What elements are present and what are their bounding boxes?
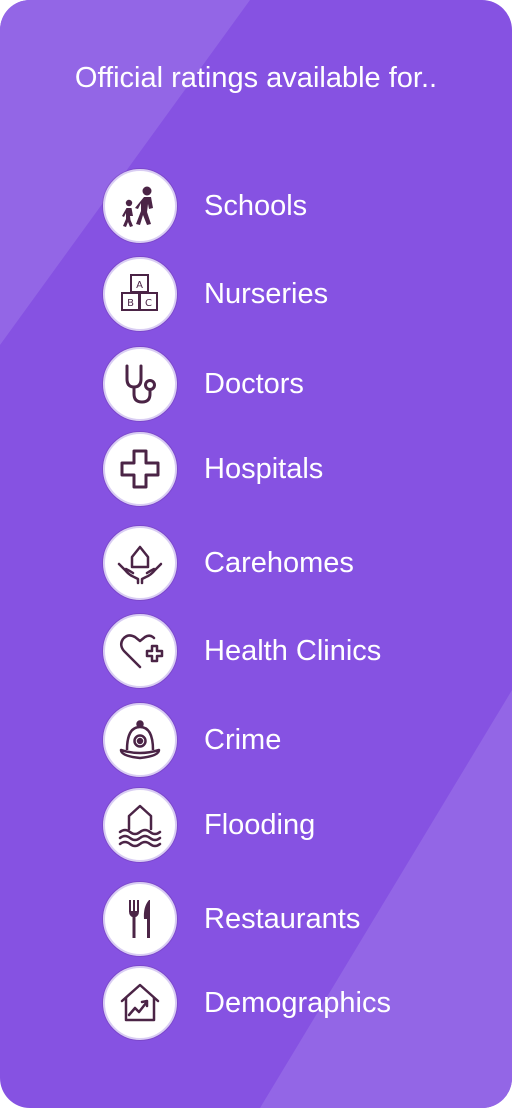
list-item-label: Hospitals <box>204 452 324 485</box>
list-item-carehomes: Carehomes <box>103 526 503 600</box>
list-item-health-clinics: Health Clinics <box>103 614 503 688</box>
nurseries-icon: A B C <box>103 257 177 331</box>
demographics-icon <box>103 966 177 1040</box>
list-item-label: Carehomes <box>204 546 354 579</box>
flooding-icon <box>103 788 177 862</box>
ratings-card: Official ratings available for.. Schools <box>0 0 512 1108</box>
restaurants-icon <box>103 882 177 956</box>
list-item-label: Schools <box>204 189 308 222</box>
carehomes-icon <box>103 526 177 600</box>
crime-icon <box>103 703 177 777</box>
list-item-crime: Crime <box>103 703 503 777</box>
list-item-label: Doctors <box>204 367 304 400</box>
block-b: B <box>127 298 134 309</box>
list-item-label: Health Clinics <box>204 634 382 667</box>
block-c: C <box>145 298 152 309</box>
list-item-label: Crime <box>204 723 282 756</box>
list-item-label: Restaurants <box>204 902 361 935</box>
list-item-hospitals: Hospitals <box>103 432 503 506</box>
list-item-nurseries: A B C Nurseries <box>103 257 503 331</box>
list-item-label: Demographics <box>204 986 391 1019</box>
health-clinics-icon <box>103 614 177 688</box>
list-item-schools: Schools <box>103 169 503 243</box>
list-item-doctors: Doctors <box>103 347 503 421</box>
list-item-label: Flooding <box>204 808 316 841</box>
list-item-flooding: Flooding <box>103 788 503 862</box>
schools-icon <box>103 169 177 243</box>
ratings-list: Schools A B C Nurseries Doctors Hospital… <box>0 0 512 1108</box>
hospitals-icon <box>103 432 177 506</box>
doctors-icon <box>103 347 177 421</box>
list-item-label: Nurseries <box>204 277 329 310</box>
list-item-restaurants: Restaurants <box>103 882 503 956</box>
block-a: A <box>136 280 143 291</box>
list-item-demographics: Demographics <box>103 966 503 1040</box>
